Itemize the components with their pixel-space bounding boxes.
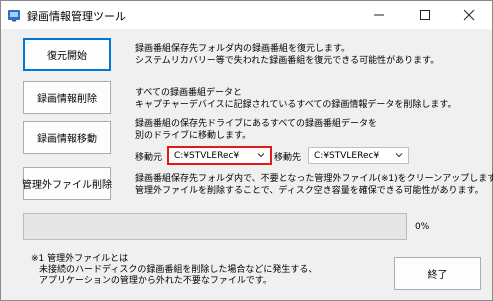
cleanup-desc-line-2: 管理外ファイルを削除することで、ディスク空き容量を確保できる可能性があります。 [135, 186, 484, 196]
delete-recordings-button[interactable]: 録画情報削除 [23, 81, 111, 114]
move-description: 録画番組の保存先ドライブにあるすべての録画番組データを 別のドライブに移動します… [135, 118, 377, 142]
app-window: 録画情報管理ツール 復元開始 録画番組保存先フォルダ内の録画番組を復元します。 … [0, 0, 493, 301]
chevron-down-icon [395, 153, 403, 158]
restore-start-button[interactable]: 復元開始 [23, 38, 111, 71]
restore-desc-line-2: システムリカバリー等で失われた録画番組を復元できる可能性があります。 [135, 56, 440, 66]
footnote: ※1 管理外ファイルとは 未接続のハードディスクの録画番組を削除した場合などに発… [31, 254, 317, 287]
close-icon [463, 9, 475, 21]
minimize-icon [374, 14, 384, 16]
title-bar[interactable]: 録画情報管理ツール [1, 1, 492, 29]
maximize-icon [420, 10, 430, 20]
delete-description: すべての録画番組データと キャプチャーデバイスに記録されているすべての録画情報デ… [135, 87, 456, 111]
footnote-line-2: 未接続のハードディスクの録画番組を削除した場合などに発生する、 [39, 265, 318, 275]
close-button[interactable] [446, 1, 492, 29]
delete-desc-line-1: すべての録画番組データと [135, 88, 243, 98]
exit-button[interactable]: 終了 [394, 257, 481, 290]
move-recordings-button[interactable]: 録画情報移動 [23, 121, 111, 154]
chevron-down-icon [257, 153, 265, 158]
maximize-button[interactable] [402, 1, 448, 29]
footnote-line-3: アプリケーションの管理から外れた不要なファイルです。 [39, 276, 272, 286]
move-from-select[interactable]: C:¥STVLERec¥ [167, 146, 272, 165]
move-from-label: 移動元 [135, 153, 163, 163]
move-desc-line-1: 録画番組の保存先ドライブにあるすべての録画番組データを [135, 119, 378, 129]
restore-description: 録画番組保存先フォルダ内の録画番組を復元します。 システムリカバリー等で失われた… [135, 43, 439, 67]
progress-percent: 0% [415, 222, 430, 232]
restore-desc-line-1: 録画番組保存先フォルダ内の録画番組を復元します。 [135, 44, 351, 54]
move-to-value: C:¥STVLERec¥ [314, 150, 380, 161]
cleanup-desc-line-1: 録画番組保存先フォルダ内で、不要となった管理外ファイル(※1)をクリーンアップし… [135, 174, 493, 184]
move-desc-line-2: 別のドライブに移動します。 [135, 131, 252, 141]
window-title: 録画情報管理ツール [27, 10, 126, 23]
app-icon [7, 8, 21, 22]
minimize-button[interactable] [356, 1, 402, 29]
delete-desc-line-2: キャプチャーデバイスに記録されているすべての録画情報データを削除します。 [135, 100, 457, 110]
move-to-select[interactable]: C:¥STVLERec¥ [308, 147, 409, 164]
move-from-value: C:¥STVLERec¥ [174, 150, 240, 161]
move-to-label: 移動先 [274, 153, 302, 163]
footnote-line-1: ※1 管理外ファイルとは [31, 254, 129, 264]
cleanup-description: 録画番組保存先フォルダ内で、不要となった管理外ファイル(※1)をクリーンアップし… [135, 173, 493, 197]
progress-bar [23, 213, 407, 240]
cleanup-unmanaged-files-button[interactable]: 管理外ファイル削除 [22, 167, 112, 200]
